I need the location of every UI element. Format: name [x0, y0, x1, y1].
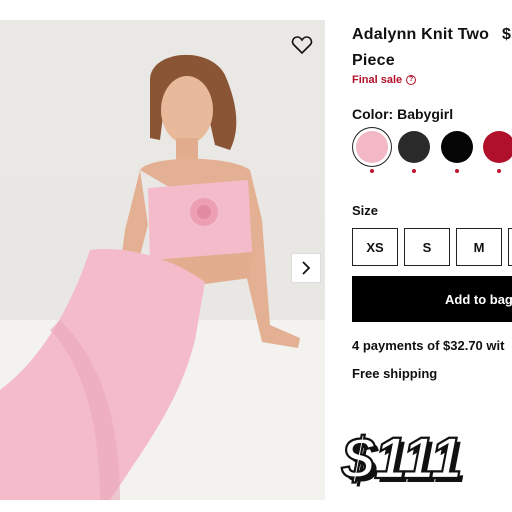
size-xs-button[interactable]: XS [352, 228, 398, 266]
next-image-button[interactable] [291, 253, 321, 283]
size-m-button[interactable]: M [456, 228, 502, 266]
swatch-red[interactable] [483, 131, 512, 163]
product-title-line2: Piece [352, 52, 395, 69]
add-to-bag-button[interactable]: Add to bag [352, 276, 512, 322]
stock-dot [370, 169, 374, 173]
stock-dot [455, 169, 459, 173]
swatch-black[interactable] [441, 131, 473, 163]
stock-dot [497, 169, 501, 173]
shipping-text: Free shipping [352, 366, 438, 381]
swatch-babygirl[interactable] [356, 131, 388, 163]
chevron-right-icon [302, 261, 311, 275]
question-icon[interactable]: ? [406, 75, 417, 85]
final-sale-note[interactable]: Final sale ? [352, 74, 417, 86]
overlay-price-text: $111 [341, 428, 462, 491]
product-price: $ [502, 26, 511, 43]
installments-text: 4 payments of $32.70 wit [352, 338, 505, 353]
product-photo [0, 20, 325, 500]
model-illustration [0, 54, 325, 500]
stock-dot [412, 169, 416, 173]
heart-icon[interactable] [290, 33, 314, 57]
overlay-price: $111 $111 [340, 428, 466, 492]
size-s-button[interactable]: S [404, 228, 450, 266]
color-label: Color: Babygirl [352, 106, 454, 122]
final-sale-label: Final sale [352, 74, 403, 86]
product-title: Adalynn Knit Two Piece [352, 22, 512, 74]
size-label: Size [352, 203, 379, 218]
swatch-charcoal[interactable] [398, 131, 430, 163]
size-more-button[interactable] [508, 228, 512, 266]
product-title-line1: Adalynn Knit Two [352, 26, 490, 43]
